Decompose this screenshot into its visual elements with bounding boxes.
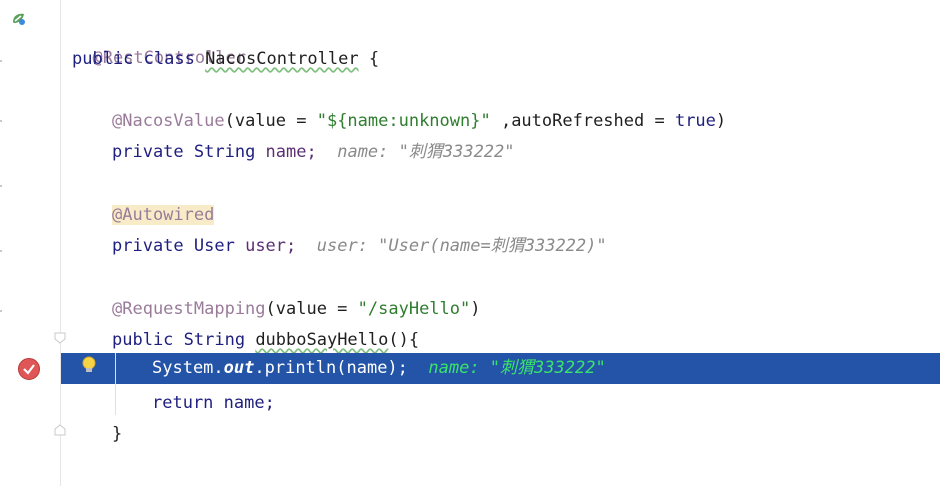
static-field-out: out <box>223 358 255 378</box>
keyword-true: true <box>674 111 716 131</box>
code-line-name-field[interactable]: private String name; name: "刺猬333222" <box>112 137 940 167</box>
method-name: dubboSayHello <box>255 330 389 350</box>
code-line-class-decl[interactable]: public class NacosController { <box>72 44 940 74</box>
keyword: private <box>112 142 194 162</box>
code-text: (value = <box>265 299 358 319</box>
inline-value-hint: name: "刺猬333222" <box>337 142 515 162</box>
lightbulb-icon[interactable] <box>80 355 98 375</box>
brace: { <box>358 49 380 69</box>
type-name: User <box>193 236 246 256</box>
code-line-autowired[interactable]: @Autowired <box>112 200 940 230</box>
return-statement: return name; <box>152 393 275 413</box>
field-name: name; <box>265 142 317 162</box>
spring-bean-icon[interactable] <box>10 10 28 28</box>
gutter-tick <box>0 250 2 252</box>
breakpoint-check-icon[interactable] <box>18 358 40 380</box>
code-line-nacosvalue[interactable]: @NacosValue(value = "${name:unknown}" ,a… <box>112 106 940 136</box>
code-text: ) <box>470 299 481 319</box>
fold-end-icon[interactable] <box>54 424 66 436</box>
class-name: NacosController <box>205 49 359 69</box>
code-line-annotation[interactable]: @RestController <box>72 13 940 68</box>
inline-value-hint: name: "刺猬333222" <box>428 358 606 378</box>
code-line-close-brace[interactable]: } <box>112 419 940 449</box>
fold-start-icon[interactable] <box>54 332 66 344</box>
code-text: ,autoRefreshed = <box>490 111 675 131</box>
code-text: (value = <box>224 111 317 131</box>
inline-value-hint: user: "User(name=刺猬333222)" <box>316 236 607 256</box>
gutter-tick <box>0 60 2 62</box>
gutter-tick <box>0 120 2 122</box>
code-text: ) <box>715 111 727 131</box>
gutter-tick <box>0 310 2 312</box>
closing-brace: } <box>112 424 123 444</box>
annotation-nacosvalue: @NacosValue <box>112 111 225 131</box>
type-name: String <box>183 330 256 350</box>
type-name: String <box>193 142 266 162</box>
current-execution-line[interactable]: System.out.println(name); name: "刺猬33322… <box>61 353 940 384</box>
code-text: .println(name); <box>254 358 408 378</box>
code-line-println[interactable]: System.out.println(name); name: "刺猬33322… <box>152 353 940 383</box>
keyword: private <box>112 236 194 256</box>
indent-guide <box>115 353 116 415</box>
annotation-autowired: @Autowired <box>112 205 215 225</box>
gutter-tick <box>0 185 2 187</box>
code-text: (){ <box>388 330 420 350</box>
gutter-separator <box>60 0 61 486</box>
code-line-return[interactable]: return name; <box>152 388 940 418</box>
check-icon <box>23 364 35 375</box>
field-name: user; <box>245 236 297 256</box>
string-literal: "${name:unknown}" <box>316 111 491 131</box>
editor-gutter[interactable] <box>0 0 60 486</box>
string-literal: "/sayHello" <box>357 299 471 319</box>
code-line-method-decl[interactable]: public String dubboSayHello(){ <box>112 325 940 355</box>
code-text: System. <box>152 358 224 378</box>
code-line-user-field[interactable]: private User user; user: "User(name=刺猬33… <box>112 231 940 261</box>
keyword: public <box>112 330 184 350</box>
keyword: public class <box>72 49 206 69</box>
annotation-requestmapping: @RequestMapping <box>112 299 266 319</box>
code-line-requestmapping[interactable]: @RequestMapping(value = "/sayHello") <box>112 294 940 324</box>
